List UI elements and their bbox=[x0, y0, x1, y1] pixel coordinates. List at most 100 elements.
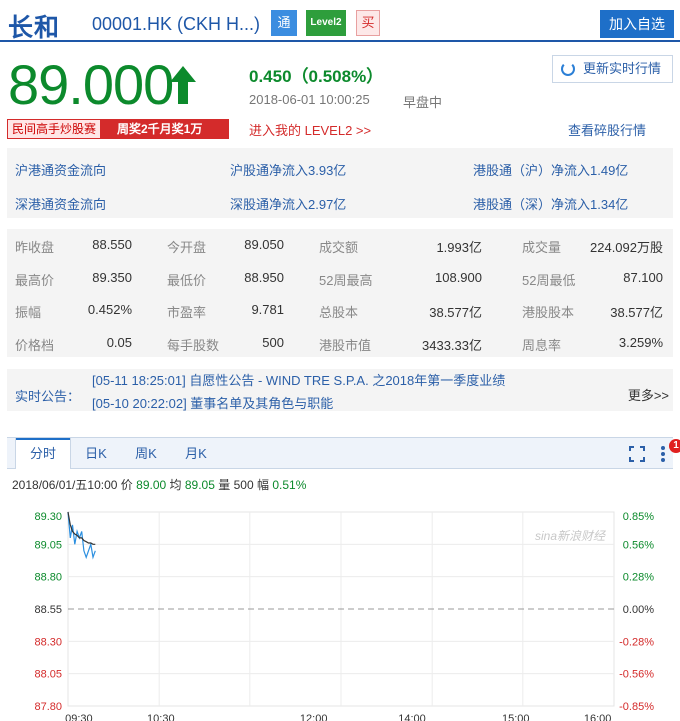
stat-label: 昨收盘 bbox=[15, 240, 55, 255]
market-status: 早盘中 bbox=[403, 95, 443, 110]
stat-value: 89.050 bbox=[244, 237, 284, 252]
chart-tabs: 分时 日K 周K 月K 1 bbox=[7, 437, 680, 469]
announcements-panel: 实时公告： [05-11 18:25:01] 自愿性公告 - WIND TRE … bbox=[7, 369, 673, 411]
broken-lot-link[interactable]: 查看碎股行情 bbox=[568, 120, 646, 139]
stat-value: 224.092万股 bbox=[590, 240, 663, 255]
y-tick-label-left: 88.80 bbox=[34, 572, 62, 584]
stat-value: 89.350 bbox=[92, 269, 132, 285]
y-tick-label-right: -0.28% bbox=[619, 636, 654, 648]
y-tick-label-left: 89.05 bbox=[34, 539, 62, 551]
more-vertical-icon[interactable] bbox=[660, 445, 666, 463]
stat-label: 港股市值 bbox=[319, 337, 372, 353]
info-price-label: 价 bbox=[120, 478, 133, 492]
stat-value: 0.452% bbox=[87, 302, 132, 317]
level2-tag[interactable]: Level2 bbox=[306, 10, 346, 36]
stat-label: 52周最低 bbox=[522, 272, 576, 288]
level2-link[interactable]: 进入我的 LEVEL2 >> bbox=[249, 120, 371, 139]
y-tick-label-right: -0.85% bbox=[619, 701, 654, 713]
stat-label: 最低价 bbox=[167, 272, 207, 288]
more-announcements-link[interactable]: 更多>> bbox=[628, 385, 669, 404]
info-avg-label: 均 bbox=[169, 478, 182, 492]
stat-label: 成交量 bbox=[522, 240, 562, 255]
stat-value: 87.100 bbox=[623, 269, 663, 285]
stat-value: 38.577亿 bbox=[610, 305, 663, 320]
chart-info-bar: 2018/06/01/五10:00 价 89.00 均 89.05 量 500 … bbox=[12, 476, 306, 493]
x-tick-label: 14:00 bbox=[398, 713, 426, 721]
hk-connect-tag[interactable]: 通 bbox=[271, 10, 297, 36]
current-price: 89.000 bbox=[8, 53, 174, 116]
up-arrow-icon bbox=[170, 66, 196, 104]
announcement-item[interactable]: [05-10 20:22:02] 董事名单及其角色与职能 bbox=[92, 393, 333, 411]
hk-connect-sh-inflow[interactable]: 港股通（沪）净流入1.49亿 bbox=[473, 160, 628, 179]
stat-label: 港股股本 bbox=[522, 305, 575, 320]
stat-label: 振幅 bbox=[15, 305, 42, 320]
tab-monthly-k[interactable]: 月K bbox=[179, 438, 213, 469]
stat-value: 3.259% bbox=[618, 334, 663, 350]
stat-label: 总股本 bbox=[319, 305, 359, 320]
quote-stats-table: 昨收盘 88.550 今开盘 89.050 成交额 1.993亿 成交量 224.092万股最… bbox=[7, 229, 673, 357]
stat-label: 成交额 bbox=[319, 240, 359, 255]
promo-prize: 周奖2千月奖1万 bbox=[117, 122, 203, 136]
refresh-quote-button[interactable]: 更新实时行情 bbox=[552, 55, 673, 83]
buy-tag[interactable]: 买 bbox=[356, 10, 380, 36]
y-tick-label-right: 0.85% bbox=[623, 511, 654, 523]
fund-flow-panel: 沪港通资金流向 沪股通净流入3.93亿 港股通（沪）净流入1.49亿 深港通资金… bbox=[7, 148, 673, 218]
fullscreen-icon[interactable] bbox=[629, 446, 645, 462]
y-tick-label-left: 87.80 bbox=[34, 701, 62, 713]
hk-connect-sz-inflow[interactable]: 港股通（深）净流入1.34亿 bbox=[473, 194, 628, 213]
promo-banner[interactable]: 民间高手炒股赛 周奖2千月奖1万 bbox=[7, 119, 229, 139]
intraday-chart[interactable]: 89.30 0.85% 89.05 0.56% 88.80 0.28% 88.55 0.00%… bbox=[0, 496, 680, 721]
info-vol-label: 量 bbox=[218, 478, 231, 492]
y-tick-label-left: 88.05 bbox=[34, 669, 62, 681]
sz-hk-flow-title[interactable]: 深港通资金流向 bbox=[15, 194, 106, 213]
price-line bbox=[67, 511, 96, 560]
sz-connect-inflow[interactable]: 深股通净流入2.97亿 bbox=[230, 194, 346, 213]
stock-code: 00001.HK (CKH H...) bbox=[92, 14, 261, 34]
stock-name: 长和 bbox=[8, 14, 61, 42]
stat-value: 88.550 bbox=[92, 237, 132, 252]
announcement-item[interactable]: [05-11 18:25:01] 自愿性公告 - WIND TRE S.P.A.… bbox=[92, 370, 505, 389]
refresh-label: 更新实时行情 bbox=[583, 61, 662, 76]
sh-hk-flow-title[interactable]: 沪港通资金流向 bbox=[15, 160, 106, 179]
info-amp-label: 幅 bbox=[256, 478, 269, 492]
y-tick-label-right: 0.00% bbox=[623, 604, 654, 616]
x-tick-label: 09:30 bbox=[65, 713, 93, 721]
info-date: 2018/06/01/五10:00 bbox=[12, 478, 118, 492]
y-tick-label-right: 0.56% bbox=[623, 539, 654, 551]
stat-value: 0.05 bbox=[106, 334, 132, 350]
y-tick-label-left: 88.55 bbox=[34, 604, 62, 616]
announcements-label: 实时公告： bbox=[15, 389, 81, 404]
x-tick-label: 15:00 bbox=[502, 713, 530, 721]
add-to-watchlist-button[interactable]: 加入自选 bbox=[600, 10, 674, 38]
stat-label: 最高价 bbox=[15, 272, 55, 288]
tab-weekly-k[interactable]: 周K bbox=[129, 438, 163, 469]
y-tick-label-right: -0.56% bbox=[619, 669, 654, 681]
quote-timestamp: 2018-06-01 10:00:25 bbox=[249, 92, 370, 107]
watermark: sina新浪财经 bbox=[535, 529, 607, 543]
y-tick-label-left: 88.30 bbox=[34, 636, 62, 648]
stat-value: 38.577亿 bbox=[429, 305, 482, 320]
y-tick-label-right: 0.28% bbox=[623, 572, 654, 584]
stat-value: 3433.33亿 bbox=[422, 337, 482, 353]
stat-label: 52周最高 bbox=[319, 272, 373, 288]
stat-label: 价格档 bbox=[15, 337, 55, 353]
notification-badge: 1 bbox=[669, 439, 680, 453]
tab-daily-k[interactable]: 日K bbox=[79, 438, 113, 469]
stat-label: 周息率 bbox=[522, 337, 562, 353]
info-amp: 0.51% bbox=[272, 478, 307, 492]
tab-intraday[interactable]: 分时 bbox=[15, 438, 71, 469]
stat-value: 108.900 bbox=[435, 269, 482, 285]
promo-title: 民间高手炒股赛 bbox=[7, 119, 102, 139]
stock-header: 长和 00001.HK (CKH H...) 通 Level2 买 加入自选 bbox=[0, 0, 680, 42]
y-tick-label-left: 89.30 bbox=[34, 511, 62, 523]
price-change: 0.450（0.508%） bbox=[249, 67, 384, 86]
stat-value: 500 bbox=[262, 334, 284, 350]
stat-value: 1.993亿 bbox=[436, 240, 482, 255]
stat-label: 每手股数 bbox=[167, 337, 220, 353]
stat-value: 88.950 bbox=[244, 269, 284, 285]
sh-connect-inflow[interactable]: 沪股通净流入3.93亿 bbox=[230, 160, 346, 179]
stat-label: 今开盘 bbox=[167, 240, 207, 255]
info-price: 89.00 bbox=[136, 478, 167, 492]
refresh-icon bbox=[561, 62, 575, 76]
x-tick-label: 10:30 bbox=[147, 713, 175, 721]
